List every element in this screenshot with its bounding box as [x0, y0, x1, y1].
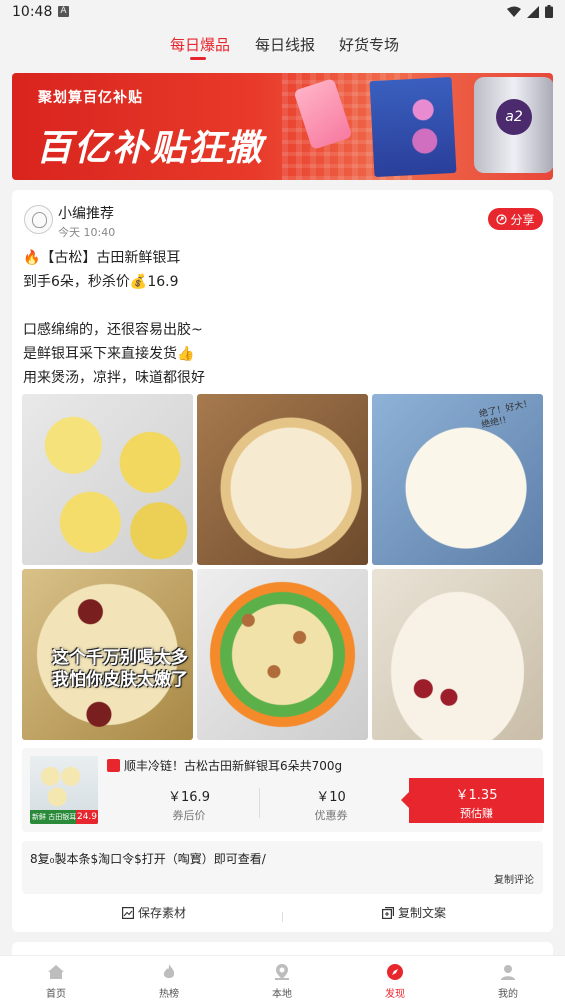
- coupon-price: ￥16.9: [168, 790, 210, 805]
- tab-daily-hot[interactable]: 每日爆品: [170, 34, 230, 55]
- photo-salad[interactable]: [197, 569, 368, 740]
- divider: [259, 788, 260, 818]
- nav-mine-label: 我的: [498, 989, 518, 1000]
- photo-dessert[interactable]: [372, 569, 543, 740]
- compass-icon: [387, 964, 403, 980]
- status-bar: 10:48 A: [0, 0, 565, 26]
- post-line: 到手6朵，秒杀价💰16.9: [23, 274, 179, 290]
- post-line: 用来煲汤，凉拌，味道都很好: [23, 370, 205, 386]
- nav-mine[interactable]: 我的: [478, 962, 538, 1000]
- taokouling-text: 8复₀製本条$淘口令$打开（啕寳）即可查看/: [30, 852, 266, 866]
- battery-icon: [545, 5, 553, 18]
- home-icon: [48, 965, 64, 979]
- banner-formula-can-graphic: [474, 77, 553, 173]
- photo-fungus-bowl[interactable]: [197, 394, 368, 565]
- wifi-icon: [507, 6, 521, 17]
- copy-comment-button[interactable]: 复制评论: [494, 871, 534, 886]
- location-icon: [275, 964, 289, 980]
- earn-label: 预估赚: [460, 807, 493, 820]
- nav-hot[interactable]: 热榜: [139, 962, 199, 1000]
- share-icon: [496, 213, 508, 225]
- save-material-label: 保存素材: [138, 906, 187, 920]
- nav-local[interactable]: 本地: [252, 962, 312, 1000]
- taokouling-box: 8复₀製本条$淘口令$打开（啕寳）即可查看/ 复制评论: [22, 841, 543, 894]
- post-card: 小编推荐 今天 10:40 分享 🔥【古松】古田新鲜银耳 到手6朵，秒杀价💰16…: [12, 190, 553, 932]
- photo-packaged-fungus[interactable]: [22, 394, 193, 565]
- nav-home[interactable]: 首页: [26, 962, 86, 1000]
- post-line: 口感绵绵的，还很容易出胶~: [23, 322, 203, 338]
- product-box[interactable]: 新鲜 古田银耳 6朵 24.9 顺丰冷链！古松古田新鲜银耳6朵共700g ￥16…: [22, 748, 544, 832]
- action-divider: [282, 912, 283, 922]
- top-tabs: 每日爆品 每日线报 好货专场: [0, 26, 565, 66]
- nav-home-label: 首页: [46, 989, 66, 1000]
- avatar[interactable]: [24, 205, 53, 234]
- tab-underline: [190, 57, 206, 60]
- status-icons: [507, 5, 553, 18]
- photo-caption: 这个千万别喝太多 我怕你皮肤太嫩了: [52, 648, 188, 690]
- bottom-nav: 首页 热榜 本地 发现 我的: [0, 955, 565, 1004]
- coupon-price-col: ￥16.9 券后价: [119, 786, 259, 823]
- author-name: 小编推荐: [58, 206, 114, 222]
- post-text: 🔥【古松】古田新鲜银耳 到手6朵，秒杀价💰16.9 口感绵绵的，还很容易出胶~ …: [23, 246, 543, 390]
- shop-tag-icon: [107, 759, 120, 772]
- photo-soup[interactable]: 这个千万别喝太多 我怕你皮肤太嫩了: [22, 569, 193, 740]
- status-time: 10:48: [12, 4, 53, 20]
- photo-note: 绝了！好大！绝绝!!: [478, 398, 534, 431]
- image-icon: [122, 906, 134, 919]
- signal-icon: [527, 5, 539, 18]
- coupon-value-label: 优惠券: [314, 809, 348, 822]
- action-bar: 保存素材 复制文案: [12, 900, 553, 932]
- tab-good-items[interactable]: 好货专场: [339, 34, 399, 55]
- flame-icon: [163, 964, 175, 978]
- banner-tissue-graphic: [369, 76, 457, 178]
- nav-discover[interactable]: 发现: [365, 962, 425, 1000]
- status-a-icon: A: [58, 6, 69, 17]
- post-line-blank: [23, 294, 543, 318]
- banner-subtitle: 聚划算百亿补贴: [38, 90, 143, 106]
- post-line: 是鲜银耳采下来直接发货👍: [23, 346, 195, 362]
- user-icon: [501, 965, 515, 980]
- post-time: 今天 10:40: [58, 226, 116, 239]
- coupon-value-col: ￥10 优惠券: [261, 786, 401, 823]
- coupon-value: ￥10: [316, 790, 346, 805]
- copy-text-button[interactable]: 复制文案: [382, 904, 446, 921]
- copy-text-label: 复制文案: [398, 906, 447, 920]
- banner-title: 百亿补贴狂撒: [36, 128, 265, 169]
- share-button[interactable]: 分享: [488, 208, 543, 230]
- thumb-price: 24.9: [76, 810, 98, 824]
- product-title: 顺丰冷链！古松古田新鲜银耳6朵共700g: [107, 757, 342, 774]
- product-thumbnail: 新鲜 古田银耳 6朵 24.9: [30, 756, 98, 824]
- product-title-text: 顺丰冷链！古松古田新鲜银耳6朵共700g: [124, 759, 343, 773]
- nav-hot-label: 热榜: [159, 989, 179, 1000]
- coupon-price-label: 券后价: [172, 809, 206, 822]
- nav-local-label: 本地: [272, 989, 292, 1000]
- photo-grid: 绝了！好大！绝绝!! 这个千万别喝太多 我怕你皮肤太嫩了: [22, 394, 543, 740]
- earn-value: ￥1.35: [455, 788, 498, 803]
- share-label: 分享: [510, 212, 535, 227]
- promo-banner[interactable]: 聚划算百亿补贴 百亿补贴狂撒: [12, 73, 553, 180]
- photo-fungus-hand[interactable]: 绝了！好大！绝绝!!: [372, 394, 543, 565]
- nav-discover-label: 发现: [385, 989, 405, 1000]
- post-line: 🔥【古松】古田新鲜银耳: [23, 250, 181, 266]
- estimated-earn-button[interactable]: ￥1.35 预估赚: [401, 778, 544, 823]
- tab-daily-deals[interactable]: 每日线报: [255, 34, 315, 55]
- save-material-button[interactable]: 保存素材: [122, 904, 186, 921]
- copy-icon: [382, 906, 394, 919]
